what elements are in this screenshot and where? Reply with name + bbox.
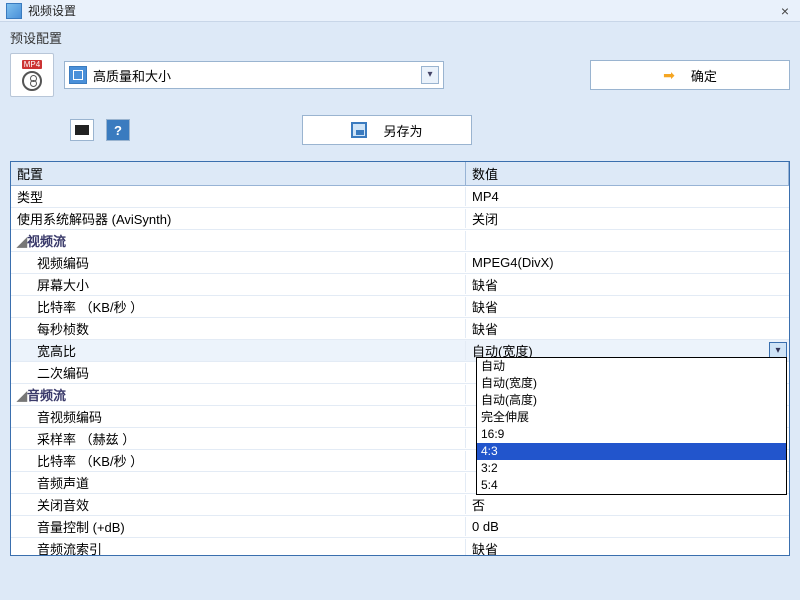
dropdown-option[interactable]: 5:4 bbox=[477, 477, 786, 494]
grid-row[interactable]: 使用系统解码器 (AviSynth)关闭 bbox=[11, 208, 789, 230]
dropdown-option[interactable]: 16:9 bbox=[477, 426, 786, 443]
floppy-icon bbox=[351, 122, 367, 138]
settings-grid: 配置 数值 类型MP4使用系统解码器 (AviSynth)关闭◢视频流视频编码M… bbox=[10, 161, 790, 556]
row-name: 音频声道 bbox=[11, 473, 466, 492]
help-button[interactable]: ? bbox=[106, 119, 130, 141]
row-value[interactable]: 关闭 bbox=[466, 209, 789, 228]
dropdown-option[interactable]: 完全伸展 bbox=[477, 409, 786, 426]
grid-row[interactable]: 关闭音效否 bbox=[11, 494, 789, 516]
row-value[interactable]: 0 dB bbox=[466, 519, 789, 534]
row-name: 音频流索引 bbox=[11, 539, 466, 556]
row-name: 类型 bbox=[11, 187, 466, 206]
row-value[interactable]: MP4 bbox=[466, 189, 789, 204]
row-name: ◢视频流 bbox=[11, 231, 466, 250]
row-name: 屏幕大小 bbox=[11, 275, 466, 294]
row-value[interactable]: MPEG4(DivX) bbox=[466, 255, 789, 270]
row-value[interactable]: 否 bbox=[466, 495, 789, 514]
dropdown-option[interactable]: 自动(宽度) bbox=[477, 375, 786, 392]
row-name: 二次编码 bbox=[11, 363, 466, 382]
app-icon bbox=[6, 3, 22, 19]
dropdown-option[interactable]: 3:2 bbox=[477, 460, 786, 477]
col-header-value: 数值 bbox=[466, 162, 789, 185]
window-title: 视频设置 bbox=[28, 2, 776, 19]
grid-row[interactable]: 音量控制 (+dB)0 dB bbox=[11, 516, 789, 538]
grid-row: ◢视频流 bbox=[11, 230, 789, 252]
row-value[interactable]: 缺省 bbox=[466, 297, 789, 316]
row-name: 音视频编码 bbox=[11, 407, 466, 426]
row-name: 比特率 （KB/秒 ） bbox=[11, 297, 466, 316]
console-button[interactable] bbox=[70, 119, 94, 141]
preset-panel: 预设配置 MP4 高质量和大小 ▾ ➡ 确定 ? 另存为 bbox=[0, 22, 800, 155]
row-name: 音量控制 (+dB) bbox=[11, 517, 466, 536]
dropdown-option[interactable]: 4:3 bbox=[477, 443, 786, 460]
row-value[interactable]: 缺省 bbox=[466, 275, 789, 294]
preset-label: 预设配置 bbox=[10, 28, 790, 47]
film-icon bbox=[69, 66, 87, 84]
expand-icon[interactable]: ◢ bbox=[17, 388, 27, 404]
aspect-ratio-dropdown[interactable]: 自动自动(宽度)自动(高度)完全伸展16:94:33:25:4 bbox=[476, 357, 787, 495]
row-value[interactable]: 缺省 bbox=[466, 539, 789, 556]
close-icon[interactable]: × bbox=[776, 3, 794, 19]
ok-button[interactable]: ➡ 确定 bbox=[590, 60, 790, 90]
grid-row[interactable]: 类型MP4 bbox=[11, 186, 789, 208]
row-name: 宽高比 bbox=[11, 341, 466, 360]
arrow-right-icon: ➡ bbox=[663, 67, 675, 84]
save-as-button[interactable]: 另存为 bbox=[302, 115, 472, 145]
grid-row[interactable]: 每秒桢数缺省 bbox=[11, 318, 789, 340]
row-name: 采样率 （赫兹 ） bbox=[11, 429, 466, 448]
row-value[interactable]: 缺省 bbox=[466, 319, 789, 338]
row-name: 比特率 （KB/秒 ） bbox=[11, 451, 466, 470]
ok-button-label: 确定 bbox=[691, 66, 717, 85]
row-name: 使用系统解码器 (AviSynth) bbox=[11, 209, 466, 228]
grid-row[interactable]: 音频流索引缺省 bbox=[11, 538, 789, 556]
row-name: ◢音频流 bbox=[11, 385, 466, 404]
mp4-format-icon: MP4 bbox=[10, 53, 54, 97]
dropdown-option[interactable]: 自动 bbox=[477, 358, 786, 375]
grid-row[interactable]: 比特率 （KB/秒 ）缺省 bbox=[11, 296, 789, 318]
dropdown-option[interactable]: 自动(高度) bbox=[477, 392, 786, 409]
grid-row[interactable]: 屏幕大小缺省 bbox=[11, 274, 789, 296]
titlebar: 视频设置 × bbox=[0, 0, 800, 22]
col-header-name: 配置 bbox=[11, 162, 466, 185]
expand-icon[interactable]: ◢ bbox=[17, 234, 27, 250]
save-as-label: 另存为 bbox=[383, 121, 422, 140]
preset-select[interactable]: 高质量和大小 ▾ bbox=[64, 61, 444, 89]
row-name: 每秒桢数 bbox=[11, 319, 466, 338]
chevron-down-icon[interactable]: ▾ bbox=[421, 66, 439, 84]
preset-selected-text: 高质量和大小 bbox=[93, 66, 171, 85]
console-icon bbox=[75, 125, 89, 135]
row-name: 视频编码 bbox=[11, 253, 466, 272]
grid-header: 配置 数值 bbox=[11, 162, 789, 186]
row-name: 关闭音效 bbox=[11, 495, 466, 514]
grid-row[interactable]: 视频编码MPEG4(DivX) bbox=[11, 252, 789, 274]
